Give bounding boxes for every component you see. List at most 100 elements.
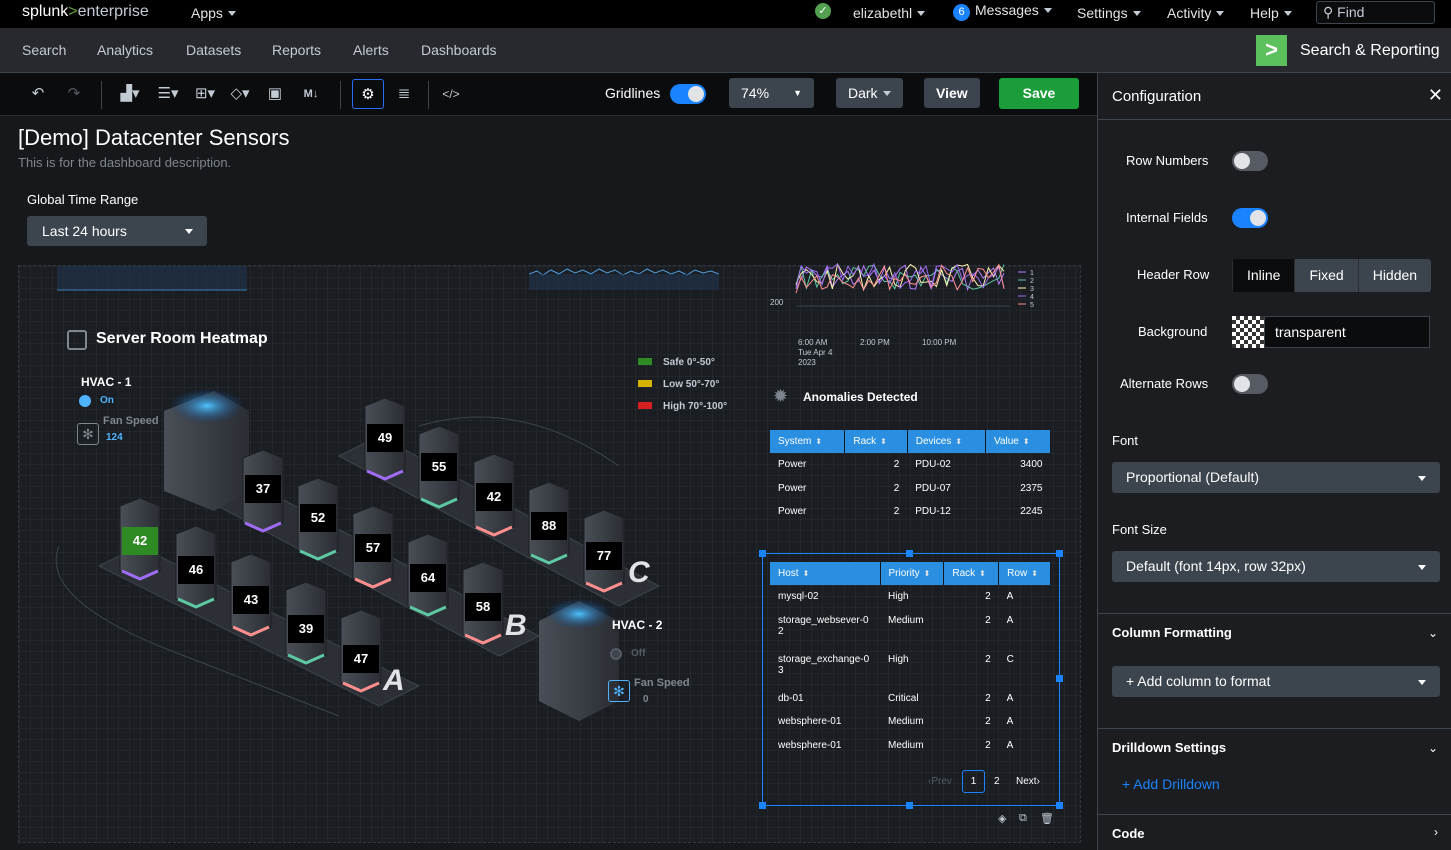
- code-section-header[interactable]: Code: [1112, 826, 1145, 841]
- view-button[interactable]: View: [924, 78, 980, 108]
- sensor-line-chart[interactable]: 200 6:00 AM Tue Apr 4 2023 2:00 PM 10:00…: [768, 256, 1048, 376]
- internal-fields-toggle[interactable]: [1232, 208, 1268, 228]
- add-shape-icon[interactable]: ◇▾: [224, 83, 256, 105]
- column-header-host[interactable]: Host ⬍: [770, 562, 881, 585]
- nav-search[interactable]: Search: [22, 42, 66, 58]
- nav-reports[interactable]: Reports: [272, 42, 321, 58]
- resize-handle[interactable]: [759, 802, 766, 809]
- nav-dashboards[interactable]: Dashboards: [421, 42, 497, 58]
- rack-temp-a4[interactable]: 39: [288, 615, 324, 643]
- column-header-value[interactable]: Value ⬍: [985, 430, 1051, 453]
- add-chart-icon[interactable]: ▟▾: [114, 83, 146, 105]
- rack-temp-b4[interactable]: 64: [410, 564, 446, 592]
- rack-temp-a5[interactable]: 47: [343, 645, 379, 673]
- rack-temp-c4[interactable]: 88: [531, 512, 567, 540]
- rack-temp-b1[interactable]: 37: [245, 475, 281, 503]
- column-header-priority[interactable]: Priority ⬍: [880, 562, 945, 585]
- chevron-down-icon[interactable]: ⌄: [1428, 741, 1438, 755]
- data-sources-icon[interactable]: ≣: [392, 83, 416, 105]
- gridlines-toggle[interactable]: [670, 84, 706, 104]
- resize-handle[interactable]: [906, 550, 913, 557]
- table-row[interactable]: storage_exchange-03 High 2 C: [770, 648, 1051, 687]
- table-row[interactable]: Power 2 PDU-02 3400: [770, 453, 1051, 477]
- rack-temp-a3[interactable]: 43: [233, 586, 269, 614]
- column-header-devices[interactable]: Devices ⬍: [907, 430, 987, 453]
- row-numbers-toggle[interactable]: [1232, 151, 1268, 171]
- find-input[interactable]: ⚲ Find: [1316, 1, 1435, 24]
- add-markdown-icon[interactable]: M↓: [298, 83, 324, 105]
- configuration-gear-icon[interactable]: ⚙: [352, 79, 384, 109]
- source-code-icon[interactable]: </>: [439, 83, 463, 105]
- pagination-next[interactable]: Next›: [1016, 776, 1040, 787]
- drilldown-settings-header[interactable]: Drilldown Settings: [1112, 740, 1226, 755]
- rack-temp-b2[interactable]: 52: [300, 504, 336, 532]
- help-menu[interactable]: Help: [1250, 5, 1292, 21]
- font-size-select[interactable]: Default (font 14px, row 32px): [1112, 551, 1440, 582]
- resize-handle[interactable]: [759, 550, 766, 557]
- pagination-page-1[interactable]: 1: [962, 770, 985, 793]
- resize-handle[interactable]: [1056, 675, 1063, 682]
- column-header-rack[interactable]: Rack ⬍: [943, 562, 1000, 585]
- undo-icon[interactable]: ↶: [26, 83, 50, 105]
- resize-handle[interactable]: [1056, 802, 1063, 809]
- chevron-down-icon[interactable]: ⌄: [1428, 626, 1438, 640]
- chevron-right-icon[interactable]: ›: [1434, 825, 1438, 839]
- add-drilldown-link[interactable]: + Add Drilldown: [1122, 776, 1220, 792]
- host-table[interactable]: Host ⬍ Priority ⬍ Rack ⬍ Row ⬍ mysql-02 High 2…: [770, 562, 1051, 757]
- messages-menu[interactable]: 6 Messages: [953, 2, 1052, 21]
- trash-icon[interactable]: 🗑: [1040, 812, 1054, 825]
- table-row[interactable]: websphere-01 Medium 2 A: [770, 734, 1051, 758]
- add-layout-icon[interactable]: ⊞▾: [189, 83, 221, 105]
- background-color-input[interactable]: transparent: [1264, 316, 1430, 348]
- alternate-rows-toggle[interactable]: [1232, 374, 1268, 394]
- health-ok-icon[interactable]: ✓: [815, 3, 831, 19]
- nav-alerts[interactable]: Alerts: [353, 42, 389, 58]
- app-title[interactable]: Search & Reporting: [1300, 42, 1440, 60]
- table-row[interactable]: Power 2 PDU-12 2245: [770, 500, 1051, 524]
- table-row[interactable]: mysql-02 High 2 A: [770, 585, 1051, 609]
- header-row-fixed[interactable]: Fixed: [1294, 259, 1358, 292]
- header-row-hidden[interactable]: Hidden: [1357, 259, 1432, 292]
- resize-handle[interactable]: [906, 802, 913, 809]
- rack-temp-b5[interactable]: 58: [465, 593, 501, 621]
- search-reporting-app-icon[interactable]: >: [1256, 35, 1287, 66]
- font-select[interactable]: Proportional (Default): [1112, 462, 1440, 493]
- table-row[interactable]: storage_websever-02 Medium 2 A: [770, 609, 1051, 648]
- settings-menu[interactable]: Settings: [1077, 5, 1141, 21]
- rack-temp-c3[interactable]: 42: [476, 483, 512, 511]
- header-row-inline[interactable]: Inline: [1232, 259, 1295, 292]
- add-input-icon[interactable]: ☰▾: [152, 83, 184, 105]
- redo-icon[interactable]: ↷: [62, 83, 86, 105]
- user-menu[interactable]: elizabethl: [853, 5, 925, 21]
- dashboard-title[interactable]: [Demo] Datacenter Sensors: [18, 125, 289, 151]
- background-color-swatch[interactable]: [1232, 316, 1264, 348]
- table-row[interactable]: Power 2 PDU-07 2375: [770, 477, 1051, 501]
- rack-temp-c2[interactable]: 55: [421, 453, 457, 481]
- add-image-icon[interactable]: ▣: [263, 83, 287, 105]
- pagination-prev[interactable]: ‹Prev: [928, 776, 952, 787]
- column-formatting-header[interactable]: Column Formatting: [1112, 625, 1232, 640]
- pagination-page-2[interactable]: 2: [994, 776, 1000, 787]
- layers-icon[interactable]: ◈: [998, 812, 1006, 825]
- clone-icon[interactable]: ⧉: [1019, 812, 1027, 825]
- table-row[interactable]: websphere-01 Medium 2 A: [770, 710, 1051, 734]
- theme-dropdown[interactable]: Dark: [836, 78, 903, 108]
- activity-menu[interactable]: Activity: [1167, 5, 1224, 21]
- apps-menu[interactable]: Apps: [191, 5, 236, 21]
- resize-handle[interactable]: [1056, 550, 1063, 557]
- save-button[interactable]: Save: [999, 78, 1079, 109]
- close-icon[interactable]: ✕: [1428, 85, 1443, 106]
- time-range-picker[interactable]: Last 24 hours: [27, 216, 207, 246]
- column-header-system[interactable]: System ⬍: [770, 430, 846, 453]
- table-row[interactable]: db-01 Critical 2 A: [770, 687, 1051, 711]
- zoom-dropdown[interactable]: 74% ▼: [729, 78, 814, 108]
- add-column-format-select[interactable]: + Add column to format: [1112, 666, 1440, 697]
- nav-datasets[interactable]: Datasets: [186, 42, 241, 58]
- nav-analytics[interactable]: Analytics: [97, 42, 153, 58]
- splunk-logo[interactable]: splunk>enterprise: [22, 3, 149, 21]
- column-header-rack[interactable]: Rack ⬍: [844, 430, 908, 453]
- rack-temp-c1[interactable]: 49: [367, 424, 403, 452]
- column-header-row[interactable]: Row ⬍: [998, 562, 1051, 585]
- rack-temp-a1[interactable]: 42: [122, 527, 158, 555]
- rack-temp-c5[interactable]: 77: [586, 542, 622, 570]
